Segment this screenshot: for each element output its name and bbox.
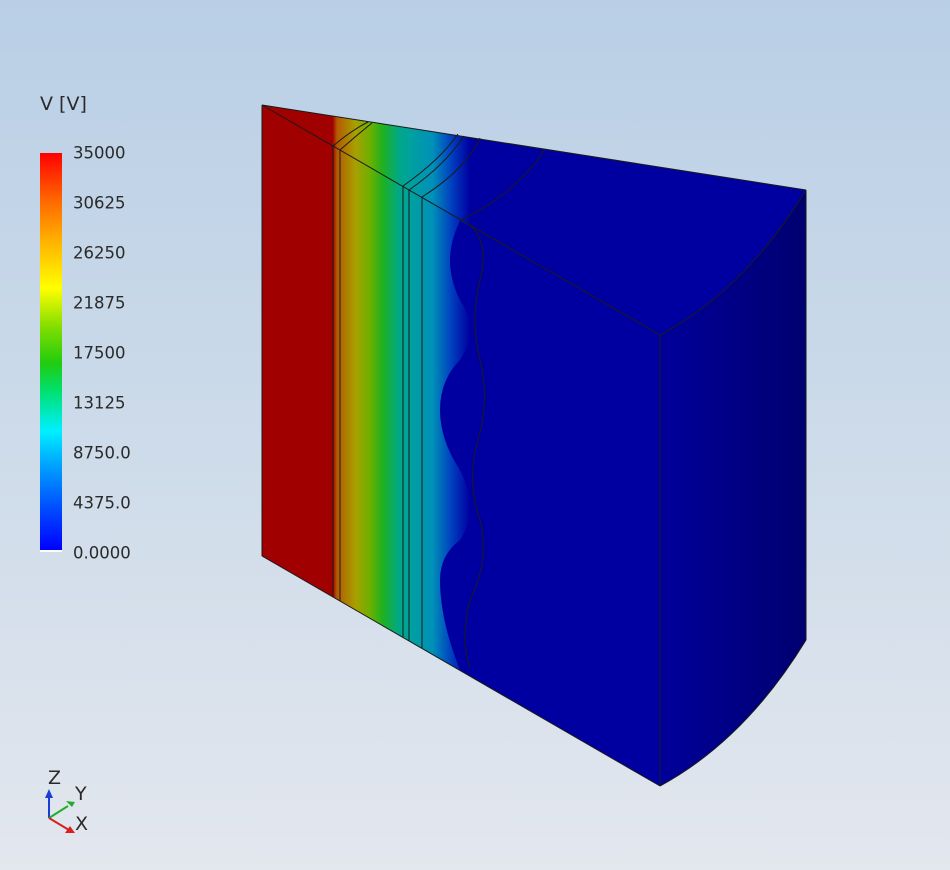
front-red-band (262, 105, 333, 597)
triad-y-label: Y (74, 783, 87, 805)
axis-triad: Z Y X (45, 767, 88, 835)
3d-viewport[interactable]: Z Y X (0, 0, 950, 870)
triad-z-label: Z (48, 767, 61, 789)
triad-x-label: X (75, 813, 88, 835)
